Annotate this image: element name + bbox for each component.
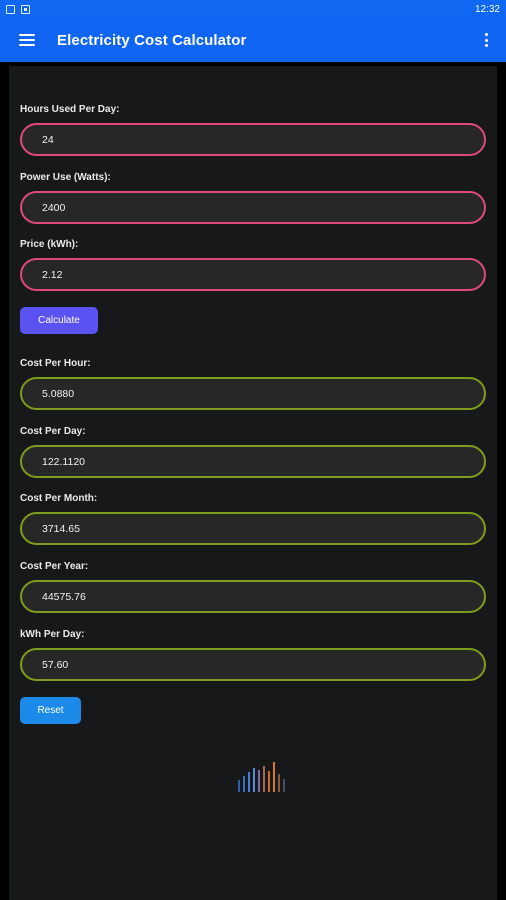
status-bar: 12:32 <box>0 0 506 18</box>
menu-icon[interactable] <box>19 34 35 46</box>
image-notification-icon <box>6 4 15 14</box>
kwh-per-day-label: kWh Per Day: <box>20 629 85 640</box>
power-label: Power Use (Watts): <box>20 172 111 183</box>
reset-button[interactable]: Reset <box>20 697 81 724</box>
power-input[interactable]: 2400 <box>20 191 486 224</box>
cost-per-year-field[interactable]: 44575.76 <box>20 580 486 613</box>
cost-per-hour-label: Cost Per Hour: <box>20 358 91 369</box>
download-notification-icon <box>21 4 30 14</box>
price-input[interactable]: 2.12 <box>20 258 486 291</box>
calculate-button[interactable]: Calculate <box>20 307 98 334</box>
cost-per-day-label: Cost Per Day: <box>20 426 86 437</box>
cost-per-year-label: Cost Per Year: <box>20 561 89 572</box>
price-label: Price (kWh): <box>20 239 79 250</box>
more-options-icon[interactable] <box>484 33 488 47</box>
cost-per-month-label: Cost Per Month: <box>20 493 98 504</box>
hours-label: Hours Used Per Day: <box>20 104 120 115</box>
app-logo-bars-icon <box>238 762 285 792</box>
status-time: 12:32 <box>474 3 500 15</box>
cost-per-hour-field[interactable]: 5.0880 <box>20 377 486 410</box>
status-icons <box>6 4 30 14</box>
cost-per-month-field[interactable]: 3714.65 <box>20 512 486 545</box>
kwh-per-day-field[interactable]: 57.60 <box>20 648 486 681</box>
app-bar: Electricity Cost Calculator <box>0 18 506 62</box>
hours-input[interactable]: 24 <box>20 123 486 156</box>
calculator-form: Hours Used Per Day: 24 Power Use (Watts)… <box>9 66 497 900</box>
app-title: Electricity Cost Calculator <box>57 31 247 49</box>
cost-per-day-field[interactable]: 122.1120 <box>20 445 486 478</box>
